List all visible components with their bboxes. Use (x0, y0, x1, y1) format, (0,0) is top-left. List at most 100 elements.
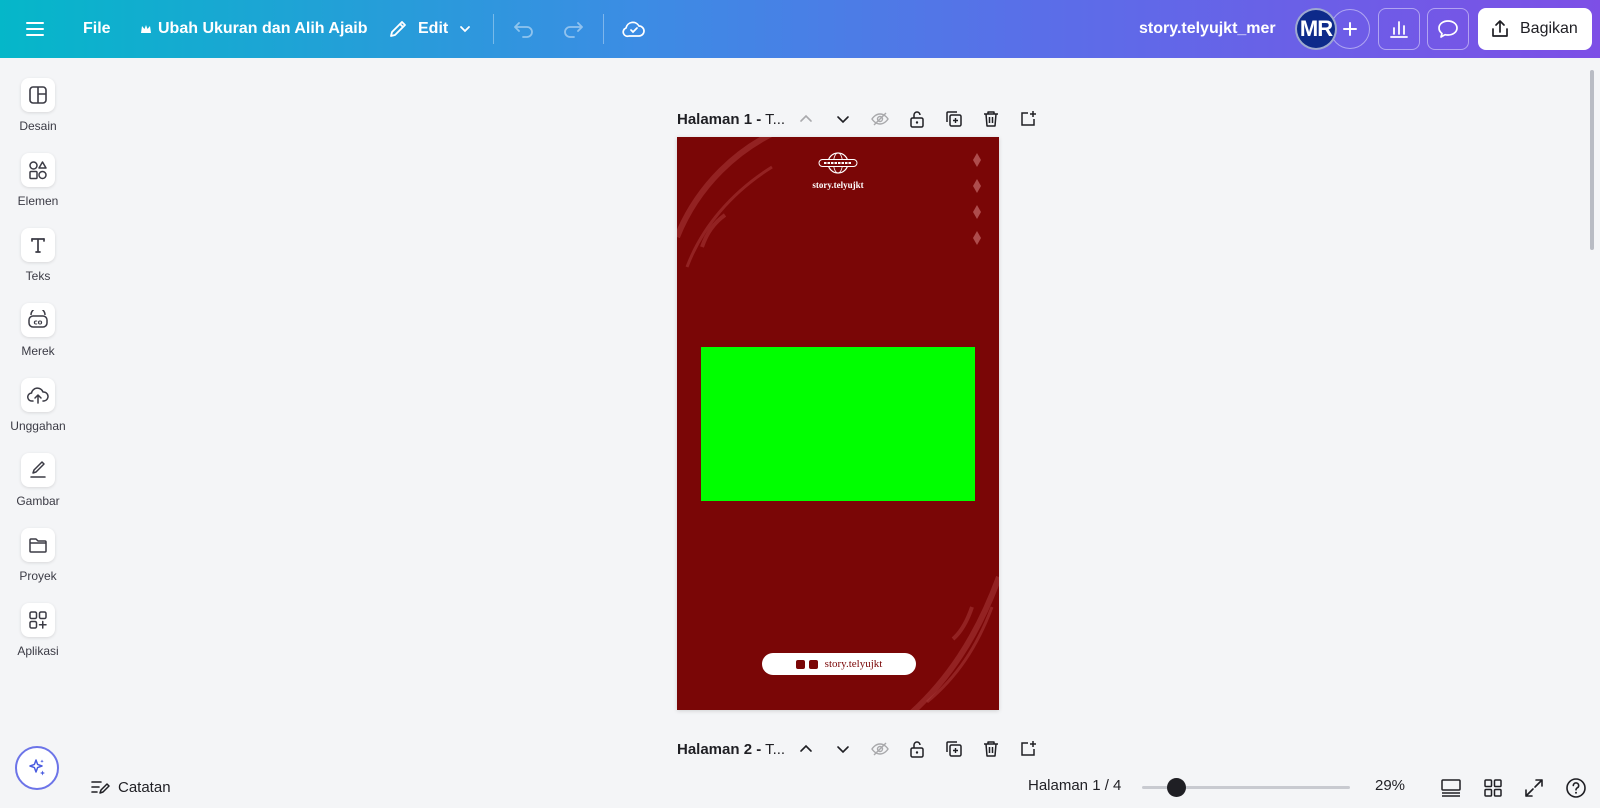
page-name-label: T... (761, 110, 786, 128)
zoom-percentage[interactable]: 29% (1375, 777, 1405, 794)
expand-icon (1525, 779, 1543, 797)
sidebar-item-elemen[interactable]: Elemen (0, 153, 76, 221)
draw-icon (30, 461, 46, 478)
cloud-check-icon (622, 21, 645, 38)
text-icon (31, 238, 45, 253)
svg-text:co: co (34, 319, 43, 327)
sidebar-item-unggahan[interactable]: Unggahan (0, 378, 76, 446)
main-menu-button[interactable] (26, 0, 44, 58)
help-icon (1566, 778, 1586, 798)
page-view-button[interactable] (1438, 775, 1464, 801)
shapes-icon (29, 161, 47, 180)
chevron-down-icon (837, 116, 849, 124)
file-menu-label: File (83, 20, 111, 37)
magic-assistant-button[interactable] (15, 746, 59, 790)
duplicate-icon (946, 741, 962, 757)
folder-icon (29, 538, 47, 553)
delete-page-button[interactable] (979, 737, 1003, 761)
sidebar-item-aplikasi[interactable]: Aplikasi (0, 603, 76, 671)
add-page-icon (1021, 111, 1036, 126)
layout-icon (29, 86, 47, 104)
page-title[interactable]: Halaman 2 - T... (677, 741, 787, 758)
lock-page-button[interactable] (905, 107, 929, 131)
document-title[interactable]: story.telyujkt_mer (1139, 0, 1276, 58)
page-title[interactable]: Halaman 1 - T... (677, 111, 787, 128)
page-2-header: Halaman 2 - T... (677, 733, 1047, 765)
cloud-save-status[interactable] (622, 0, 646, 58)
hide-page-button[interactable] (868, 737, 892, 761)
bar-chart-icon (1390, 21, 1408, 38)
lock-page-button[interactable] (905, 737, 929, 761)
move-page-up-button[interactable] (794, 737, 818, 761)
zoom-slider-handle[interactable] (1166, 778, 1186, 797)
sparkle-icon (29, 759, 45, 776)
avatar[interactable]: MR (1295, 8, 1337, 50)
hamburger-icon (26, 22, 44, 36)
page-view-icon (1441, 779, 1461, 797)
sidebar-item-label: Aplikasi (17, 644, 59, 658)
trash-icon (984, 111, 998, 127)
sidebar-item-label: Merek (21, 344, 55, 358)
sidebar-item-label: Elemen (17, 194, 59, 208)
redo-button[interactable] (562, 0, 584, 58)
sidebar-item-label: Unggahan (10, 419, 66, 433)
redo-icon (564, 22, 583, 38)
zoom-slider[interactable] (1142, 778, 1350, 797)
sidebar-item-label: Gambar (16, 494, 60, 508)
top-bar: File Ubah Ukuran dan Alih Ajaib Edit sto… (0, 0, 1600, 58)
page-number-label: Halaman 1 - (677, 110, 762, 128)
design-canvas-page-1[interactable]: story.telyujkt story.telyujkt (677, 137, 999, 710)
sidebar-item-teks[interactable]: Teks (0, 228, 76, 296)
undo-button[interactable] (513, 0, 535, 58)
apps-icon (29, 611, 47, 629)
edit-mode-label: Edit (418, 20, 449, 37)
duplicate-page-button[interactable] (942, 737, 966, 761)
move-page-up-button[interactable] (794, 107, 818, 131)
share-label: Bagikan (1520, 20, 1578, 37)
eye-off-icon (871, 742, 889, 756)
sidebar-item-gambar[interactable]: Gambar (0, 453, 76, 521)
page-1-header: Halaman 1 - T... (677, 103, 1047, 135)
avatar-initials: MR (1299, 16, 1333, 41)
add-page-button[interactable] (1016, 737, 1040, 761)
fullscreen-button[interactable] (1521, 775, 1547, 801)
grid-view-button[interactable] (1480, 775, 1506, 801)
duplicate-page-button[interactable] (942, 107, 966, 131)
green-screen-placeholder[interactable] (701, 347, 975, 501)
insights-button[interactable] (1378, 8, 1420, 50)
pencil-icon (390, 21, 406, 37)
edit-mode-button[interactable]: Edit (388, 0, 472, 58)
duplicate-icon (946, 111, 962, 127)
notes-label: Catatan (118, 778, 171, 796)
delete-page-button[interactable] (979, 107, 1003, 131)
left-sidebar: Desain Elemen Teks co Merek Unggahan Gam… (0, 58, 76, 808)
toolbar-divider (493, 14, 494, 44)
page-number-label: Halaman 2 - (677, 740, 762, 758)
hide-page-button[interactable] (868, 107, 892, 131)
add-page-button[interactable] (1016, 107, 1040, 131)
story-telyu-logo (818, 152, 858, 174)
share-upload-icon (1492, 20, 1508, 37)
help-button[interactable] (1563, 775, 1589, 801)
sidebar-item-desain[interactable]: Desain (0, 78, 76, 146)
resize-magic-label: Ubah Ukuran dan Alih Ajaib (158, 20, 368, 37)
lock-open-icon (910, 111, 924, 128)
plus-icon (1343, 22, 1357, 36)
sidebar-item-label: Desain (19, 119, 57, 133)
lock-open-icon (910, 741, 924, 758)
social-handle-pill: story.telyujkt (762, 653, 916, 675)
chevron-up-icon (800, 744, 812, 752)
sidebar-item-label: Teks (25, 269, 51, 283)
move-page-down-button[interactable] (831, 107, 855, 131)
comments-button[interactable] (1427, 8, 1469, 50)
vertical-scrollbar[interactable] (1590, 70, 1594, 250)
share-button[interactable]: Bagikan (1478, 8, 1592, 50)
move-page-down-button[interactable] (831, 737, 855, 761)
sidebar-item-proyek[interactable]: Proyek (0, 528, 76, 596)
file-menu[interactable]: File (83, 0, 111, 58)
sidebar-item-merek[interactable]: co Merek (0, 303, 76, 371)
notes-button[interactable]: Catatan (90, 774, 171, 800)
add-page-icon (1021, 741, 1036, 756)
resize-magic-button[interactable]: Ubah Ukuran dan Alih Ajaib (140, 0, 368, 58)
page-indicator[interactable]: Halaman 1 / 4 (1028, 777, 1121, 794)
